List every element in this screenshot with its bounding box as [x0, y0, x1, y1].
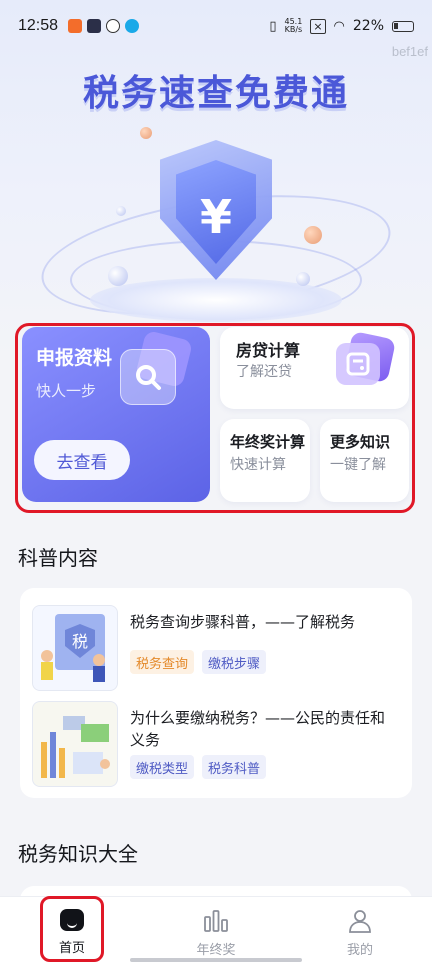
coin-icon: [140, 127, 152, 139]
user-icon: [349, 910, 371, 933]
view-button[interactable]: 去查看: [34, 440, 130, 480]
bubble-icon: [116, 206, 126, 216]
more-subtitle: 一键了解: [330, 457, 386, 473]
tab-label: 年终奖: [196, 943, 236, 958]
page-title: 税务速查免费通: [82, 73, 349, 114]
wifi-icon: ◠: [333, 18, 345, 34]
mortgage-card[interactable]: 房贷计算 了解还贷: [220, 327, 409, 409]
app-notification-icon: [87, 19, 102, 33]
network-speed: 45.1 KB/s: [284, 17, 303, 34]
yen-icon: ¥: [199, 190, 232, 244]
status-right: ▯ 45.1 KB/s × ◠ 22%: [269, 18, 414, 34]
mortgage-subtitle: 了解还贷: [236, 364, 292, 380]
tag: 缴税类型: [130, 755, 195, 779]
app-notification-icon: [125, 19, 140, 33]
calculator-icon: [336, 343, 380, 385]
list-item[interactable]: 税 税务查询步骤科普，——了解税务 税务查询 缴税步骤: [32, 605, 404, 693]
app-notification-icon: [68, 19, 83, 33]
bar-chart-icon: [204, 910, 228, 932]
highlight-box-home-tab: [40, 896, 104, 962]
article-tags: 税务查询 缴税步骤: [130, 650, 267, 674]
bonus-title: 年终奖计算: [230, 433, 306, 451]
mortgage-title: 房贷计算: [236, 341, 301, 360]
more-knowledge-card[interactable]: 更多知识 一键了解: [320, 419, 409, 502]
tag: 税务科普: [202, 755, 267, 779]
bubble-icon: [108, 266, 128, 286]
tag: 税务查询: [130, 650, 195, 674]
declaration-card[interactable]: 申报资料 快人一步 去查看: [22, 327, 210, 502]
more-title: 更多知识: [330, 433, 391, 451]
battery-icon: [392, 20, 414, 32]
bubble-icon: [296, 272, 310, 286]
section-title-knowledge: 税务知识大全: [18, 842, 138, 866]
search-icon: [120, 349, 176, 405]
sim-icon: ×: [310, 18, 326, 34]
status-time: 12:58: [18, 17, 59, 34]
tab-mine[interactable]: 我的: [320, 897, 400, 964]
article-tags: 缴税类型 税务科普: [130, 755, 267, 779]
app-notification-icon: [106, 19, 121, 33]
article-thumbnail: 税: [32, 605, 118, 691]
article-title: 税务查询步骤科普，——了解税务: [130, 613, 356, 631]
section-title-science: 科普内容: [18, 546, 98, 570]
bonus-calc-card[interactable]: 年终奖计算 快速计算: [220, 419, 310, 502]
list-item[interactable]: 为什么要缴纳税务？——公民的责任和义务 缴税类型 税务科普: [32, 701, 404, 789]
coin-icon: [304, 226, 322, 244]
vibrate-icon: ▯: [269, 18, 277, 34]
status-bar: 12:58 ▯ 45.1 KB/s × ◠ 22%: [0, 0, 432, 52]
tab-bonus[interactable]: 年终奖: [176, 897, 256, 964]
home-indicator: [130, 958, 302, 962]
svg-text:税: 税: [72, 632, 88, 651]
tab-label: 我的: [346, 943, 373, 958]
bonus-subtitle: 快速计算: [230, 457, 286, 473]
article-list: 税 税务查询步骤科普，——了解税务 税务查询 缴税步骤 为什么要缴纳税务？——公…: [20, 588, 412, 798]
hero-banner: ¥ bef1ef 税务速查免费通: [0, 0, 432, 360]
article-title: 为什么要缴纳税务？——公民的责任和义务: [130, 709, 386, 749]
tag: 缴税步骤: [202, 650, 267, 674]
battery-percent: 22%: [352, 18, 384, 34]
article-thumbnail: [32, 701, 118, 787]
